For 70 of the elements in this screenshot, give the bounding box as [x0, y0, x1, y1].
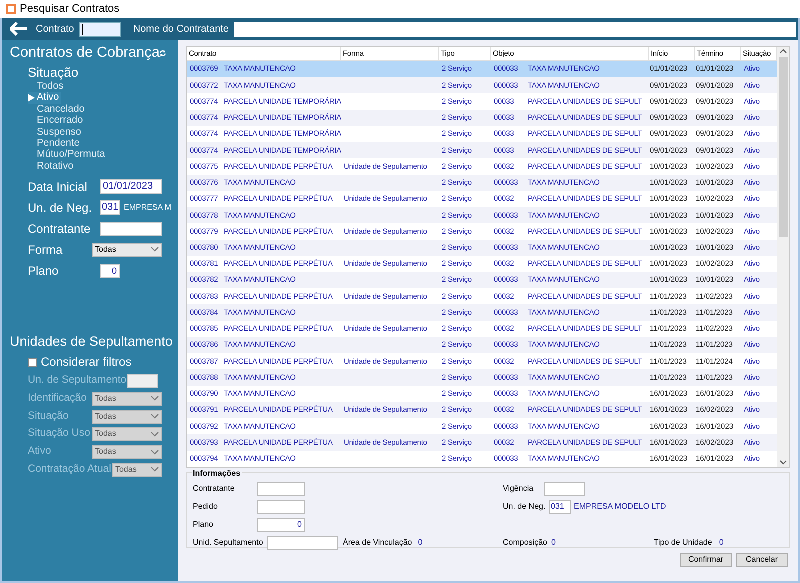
- chevron-down-icon: [151, 396, 159, 402]
- text-field[interactable]: [100, 222, 162, 236]
- back-arrow-icon[interactable]: [10, 22, 28, 36]
- filter-label: Situação: [28, 408, 69, 424]
- filter-label: Plano: [28, 262, 59, 280]
- number-field[interactable]: 0: [100, 264, 120, 278]
- field-label: Plano: [193, 519, 214, 531]
- status-option[interactable]: Rotativo: [28, 160, 76, 172]
- field-label: Unid. Sepultamento: [193, 537, 264, 549]
- section-title: Unidades de Sepultamento: [10, 332, 174, 351]
- chevron-down-icon: [151, 467, 159, 472]
- date-field[interactable]: 01/01/2023: [100, 179, 162, 194]
- status-option[interactable]: Suspenso: [28, 126, 84, 138]
- contractor-label: Nome do Contratante: [133, 22, 229, 36]
- filter-label: Forma: [28, 242, 63, 259]
- status-option[interactable]: Mútuo/Permuta: [28, 149, 108, 160]
- company-name: EMPRESA MODELO LTD: [574, 501, 666, 513]
- filter-label: Data Inicial: [28, 178, 88, 196]
- pointer-icon: [28, 94, 35, 102]
- field-label: Pedido: [193, 501, 219, 513]
- filter-label: Contratação Atual: [28, 462, 112, 477]
- contract-label: Contrato: [36, 22, 74, 36]
- text-field[interactable]: [126, 374, 158, 388]
- company-name: EMPRESA M: [124, 202, 172, 214]
- filter-label: Un. de Neg.: [28, 200, 92, 217]
- chevron-down-icon: [151, 432, 159, 437]
- status-option[interactable]: Todos: [28, 80, 66, 92]
- status-option[interactable]: Cancelado: [28, 104, 87, 115]
- text-field[interactable]: [257, 500, 305, 514]
- checkbox-label: Considerar filtros: [41, 354, 132, 372]
- chevron-down-icon: [151, 450, 159, 454]
- number-field[interactable]: 0: [257, 518, 305, 532]
- field-label: Un. de Neg.: [503, 501, 547, 513]
- scrollbar[interactable]: [777, 47, 789, 467]
- filter-label: Identificação: [28, 390, 87, 406]
- filter-label: Un. de Sepultamento: [28, 373, 127, 388]
- scroll-thumb[interactable]: [778, 57, 788, 237]
- dialog-button[interactable]: Confirmar: [680, 553, 732, 567]
- field-label: Vigência: [503, 483, 535, 495]
- contractor-field[interactable]: [234, 22, 796, 36]
- status-option[interactable]: Ativo: [28, 92, 62, 104]
- field-label: Área de Vinculação: [343, 537, 412, 549]
- chevron-down-icon: [151, 414, 159, 419]
- text-field[interactable]: [544, 482, 585, 496]
- refresh-icon[interactable]: [160, 48, 166, 60]
- filter-label: Situação Uso: [28, 426, 90, 442]
- filter-label: Ativo: [28, 444, 52, 460]
- field-label: Contratante: [193, 483, 236, 495]
- field-value: 0: [719, 537, 724, 549]
- group-title: Informações: [192, 468, 242, 480]
- status-option[interactable]: Encerrado: [28, 114, 86, 126]
- code-field[interactable]: 031: [549, 500, 571, 514]
- app-icon: [6, 4, 16, 14]
- window-title: Pesquisar Contratos: [20, 2, 120, 17]
- select-field[interactable]: Todas: [92, 242, 162, 257]
- code-field[interactable]: 031: [100, 200, 120, 216]
- panel-title: Contratos de Cobrança: [10, 44, 160, 63]
- status-option[interactable]: Pendente: [28, 138, 82, 150]
- checkbox[interactable]: [28, 358, 37, 367]
- field-value: 0: [551, 537, 556, 549]
- field-value: 0: [418, 537, 423, 549]
- text-field[interactable]: [267, 536, 338, 550]
- filter-label: Contratante: [28, 220, 91, 238]
- field-label: Composição: [503, 537, 548, 549]
- section-label: Situação: [28, 64, 80, 81]
- text-field[interactable]: [257, 482, 305, 496]
- contract-field[interactable]: [79, 22, 122, 36]
- chevron-down-icon: [151, 247, 159, 252]
- field-label: Tipo de Unidade: [654, 537, 712, 549]
- dialog-button[interactable]: Cancelar: [736, 553, 788, 567]
